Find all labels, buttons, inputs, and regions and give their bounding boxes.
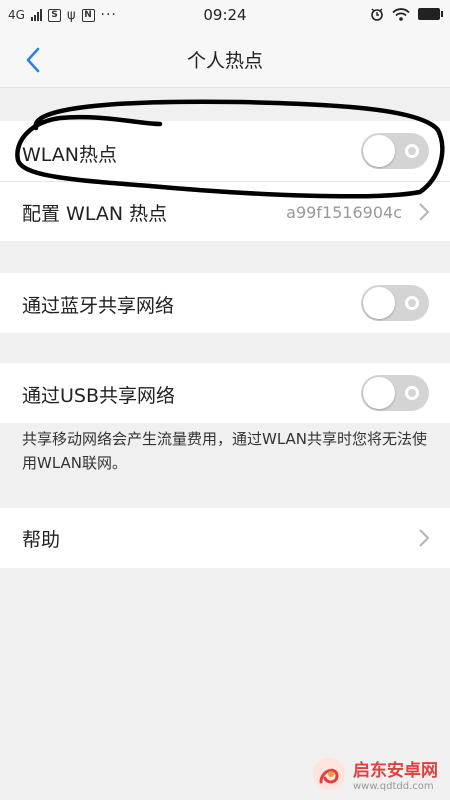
help-row[interactable]: 帮助 (0, 508, 450, 568)
toggle-off-icon (405, 386, 419, 400)
watermark-url: www.qdtdd.com (353, 781, 434, 792)
help-label: 帮助 (22, 529, 61, 551)
wifi-icon (392, 7, 410, 21)
bluetooth-tether-label: 通过蓝牙共享网络 (22, 295, 175, 317)
wlan-group: WLAN热点 配置 WLAN 热点 a99f1516904c (0, 121, 450, 241)
bluetooth-tether-toggle[interactable] (361, 285, 429, 321)
watermark-text: 启东安卓网 www.qdtdd.com (353, 756, 438, 792)
wlan-hotspot-label: WLAN热点 (22, 144, 118, 166)
watermark-logo-icon (313, 758, 345, 790)
bluetooth-tether-row[interactable]: 通过蓝牙共享网络 (0, 273, 450, 333)
page-title: 个人热点 (186, 50, 263, 72)
app-header: 个人热点 (0, 32, 450, 88)
toggle-knob (363, 135, 395, 167)
watermark: 启东安卓网 www.qdtdd.com (311, 756, 438, 792)
wlan-hotspot-row[interactable]: WLAN热点 (0, 121, 450, 181)
status-right (370, 7, 443, 21)
toggle-knob (363, 377, 395, 409)
usb-tether-toggle[interactable] (361, 375, 429, 411)
chevron-right-icon (419, 203, 430, 221)
configure-wlan-row[interactable]: 配置 WLAN 热点 a99f1516904c (0, 182, 450, 241)
hotspot-name-value: a99f1516904c (286, 203, 402, 222)
chevron-right-icon (419, 529, 430, 547)
toggle-knob (363, 287, 395, 319)
configure-wlan-label: 配置 WLAN 热点 (22, 203, 168, 225)
toggle-off-icon (405, 296, 419, 310)
tethering-note: 共享移动网络会产生流量费用，通过WLAN共享时您将无法使用WLAN联网。 (22, 430, 428, 472)
status-bar: 4G S ψ N ··· 09:24 (0, 0, 450, 32)
wlan-hotspot-toggle[interactable] (361, 133, 429, 169)
usb-tether-row[interactable]: 通过USB共享网络 (0, 363, 450, 423)
watermark-name: 启东安卓网 (353, 761, 438, 781)
usb-tether-label: 通过USB共享网络 (22, 385, 176, 407)
toggle-off-icon (405, 144, 419, 158)
battery-icon (418, 8, 443, 20)
alarm-icon (371, 8, 383, 21)
